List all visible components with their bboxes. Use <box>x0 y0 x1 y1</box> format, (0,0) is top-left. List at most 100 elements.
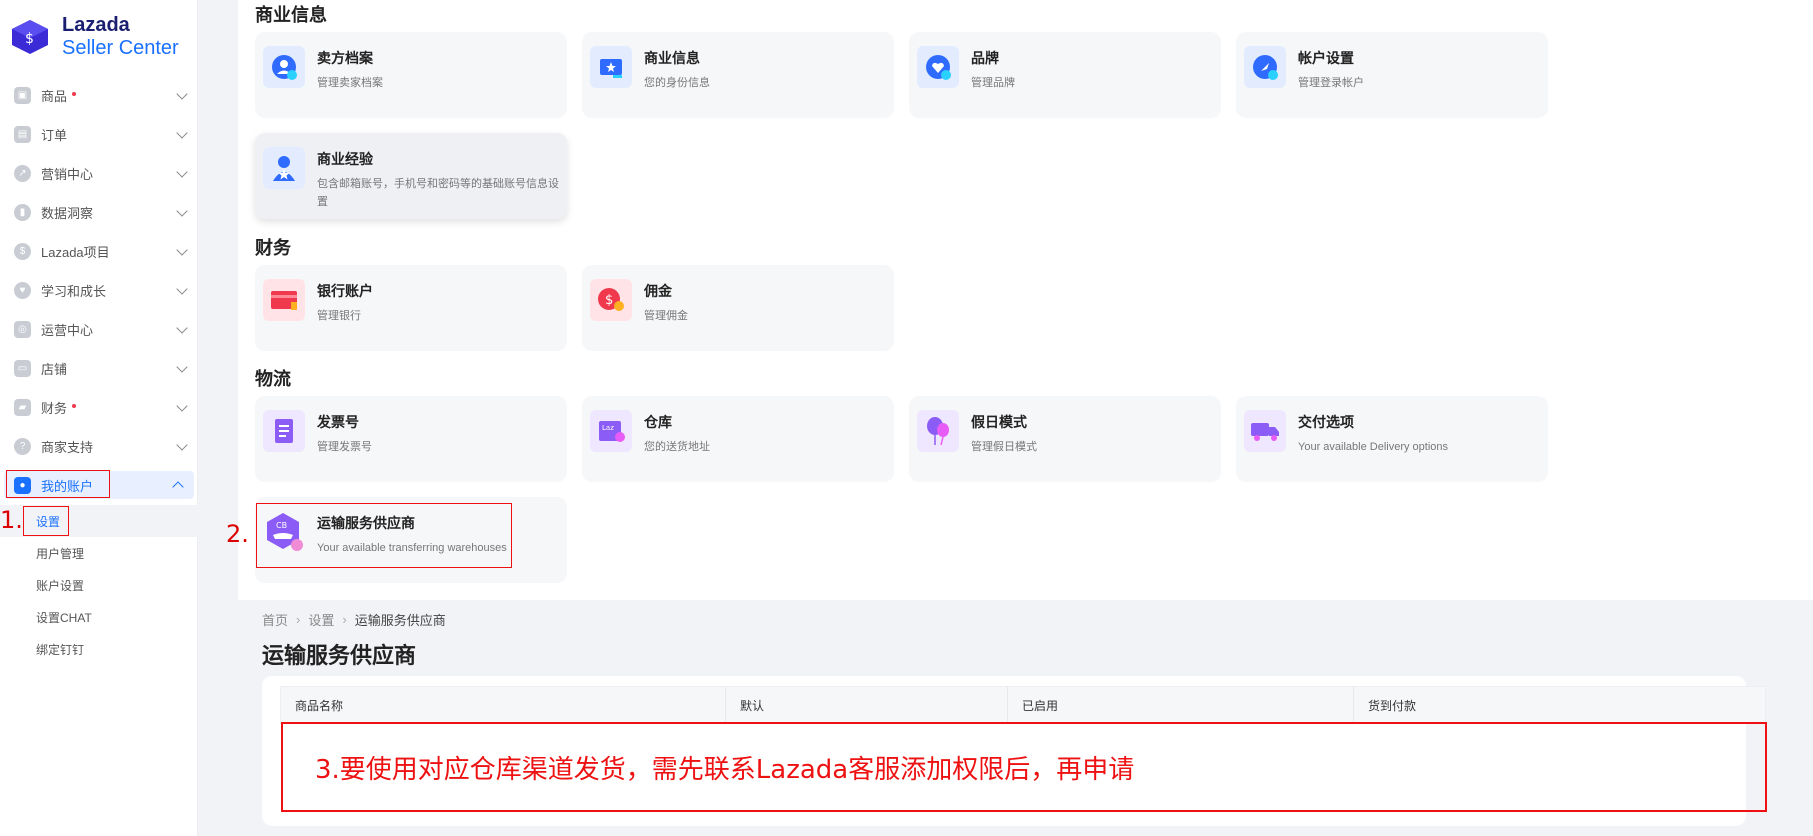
card-title: 卖方档案 <box>317 50 373 66</box>
invoice-icon <box>263 410 305 452</box>
operations-icon: ◎ <box>14 321 31 338</box>
annotation-box-settings <box>23 506 69 536</box>
card-delivery-options[interactable]: 交付选项 Your available Delivery options <box>1236 396 1548 482</box>
business-experience-icon <box>263 147 305 189</box>
notification-dot <box>72 403 77 408</box>
marketing-icon: ↗ <box>14 165 31 182</box>
bank-account-icon <box>263 279 305 321</box>
card-title: 假日模式 <box>971 414 1027 430</box>
brand-name: Lazada <box>62 14 130 36</box>
card-holiday-mode[interactable]: 假日模式 管理假日模式 <box>909 396 1221 482</box>
section-title-finance: 财务 <box>255 238 291 258</box>
sidebar-item-support[interactable]: ? 商家支持 <box>0 427 198 466</box>
chevron-down-icon <box>176 283 188 295</box>
card-seller-profile[interactable]: 卖方档案 管理卖家档案 <box>255 32 567 118</box>
breadcrumb-settings[interactable]: 设置 <box>308 610 334 629</box>
submenu-item-label: 用户管理 <box>36 546 85 561</box>
sidebar-item-label: 商品 <box>41 89 68 104</box>
sidebar-item-marketing[interactable]: ↗ 营销中心 <box>0 154 198 193</box>
sidebar-item-label: 财务 <box>41 401 68 416</box>
chevron-down-icon <box>176 322 188 334</box>
card-brand[interactable]: 品牌 管理品牌 <box>909 32 1221 118</box>
card-subtitle: 管理佣金 <box>644 310 688 322</box>
order-icon: ▤ <box>14 126 31 143</box>
sidebar-item-label: 商家支持 <box>41 440 94 455</box>
card-title: 佣金 <box>644 283 672 299</box>
brand-subtitle: Seller Center <box>62 37 179 59</box>
section-title-logistics: 物流 <box>255 369 291 389</box>
card-subtitle: 管理发票号 <box>317 441 372 453</box>
submenu-item-label: 账户设置 <box>36 578 85 593</box>
sidebar-item-label: 运营中心 <box>41 323 94 338</box>
card-subtitle: 管理品牌 <box>971 77 1015 89</box>
card-bank-account[interactable]: 银行账户 管理银行 <box>255 265 567 351</box>
notification-dot <box>72 91 77 96</box>
sidebar-item-label: 订单 <box>41 128 68 143</box>
section-title-business: 商业信息 <box>255 5 327 25</box>
svg-text:Laz: Laz <box>602 424 614 432</box>
breadcrumb-home[interactable]: 首页 <box>262 610 288 629</box>
breadcrumb: 首页 › 设置 › 运输服务供应商 <box>262 610 446 629</box>
card-warehouse[interactable]: Laz 仓库 您的送货地址 <box>582 396 894 482</box>
sidebar-item-orders[interactable]: ▤ 订单 <box>0 115 198 154</box>
sidebar-item-store[interactable]: ▭ 店铺 <box>0 349 198 388</box>
card-commission[interactable]: $ 佣金 管理佣金 <box>582 265 894 351</box>
annotation-box-my-account <box>6 470 110 498</box>
card-title: 商业信息 <box>644 50 700 66</box>
column-header-cod: 货到付款 <box>1368 698 1417 713</box>
card-title: 商业经验 <box>317 151 373 167</box>
card-invoice-number[interactable]: 发票号 管理发票号 <box>255 396 567 482</box>
warehouse-icon: Laz <box>590 410 632 452</box>
card-title: 品牌 <box>971 50 999 66</box>
submenu-item-user-management[interactable]: 用户管理 <box>0 537 198 569</box>
submenu-item-chat-settings[interactable]: 设置CHAT <box>0 601 198 633</box>
account-settings-icon <box>1244 46 1286 88</box>
chevron-down-icon <box>176 244 188 256</box>
sidebar-item-label: 店铺 <box>41 362 68 377</box>
sidebar-item-lazada-project[interactable]: $ Lazada项目 <box>0 232 198 271</box>
chevron-down-icon <box>176 400 188 412</box>
learning-icon: ♥ <box>14 282 31 299</box>
support-icon: ? <box>14 438 31 455</box>
breadcrumb-separator-icon: › <box>296 612 301 627</box>
card-title: 发票号 <box>317 414 359 430</box>
sidebar-item-label: Lazada项目 <box>41 245 110 260</box>
card-subtitle: 您的身份信息 <box>644 77 710 89</box>
store-icon: ▭ <box>14 360 31 377</box>
chevron-down-icon <box>176 127 188 139</box>
submenu-item-account-settings[interactable]: 账户设置 <box>0 569 198 601</box>
page-title: 运输服务供应商 <box>262 643 417 668</box>
chevron-down-icon <box>176 88 188 100</box>
card-title: 银行账户 <box>317 283 373 299</box>
profile-icon <box>263 46 305 88</box>
card-account-settings[interactable]: 帐户设置 管理登录帐户 <box>1236 32 1548 118</box>
card-subtitle: 管理假日模式 <box>971 441 1037 453</box>
commission-icon: $ <box>590 279 632 321</box>
card-subtitle: 您的送货地址 <box>644 441 710 453</box>
card-title: 仓库 <box>644 414 672 430</box>
sidebar-item-label: 营销中心 <box>41 167 94 182</box>
annotation-step3-notice: 3.要使用对应仓库渠道发货，需先联系Lazada客服添加权限后，再申请 <box>281 722 1767 812</box>
sidebar-item-label: 学习和成长 <box>41 284 107 299</box>
table-header: 商品名称 默认 已启用 货到付款 <box>280 686 1766 724</box>
chevron-down-icon <box>176 205 188 217</box>
annotation-step2-label: 2. <box>226 520 249 548</box>
sidebar-item-finance[interactable]: ▰ 财务 <box>0 388 198 427</box>
column-header-default: 默认 <box>726 687 1008 723</box>
card-business-info[interactable]: 商业信息 您的身份信息 <box>582 32 894 118</box>
sidebar-item-products[interactable]: ▣ 商品 <box>0 76 198 115</box>
annotation-step3-text: 3.要使用对应仓库渠道发货，需先联系Lazada客服添加权限后，再申请 <box>315 754 1135 785</box>
sidebar-item-data-insight[interactable]: ▮ 数据洞察 <box>0 193 198 232</box>
product-icon: ▣ <box>14 87 31 104</box>
card-business-experience[interactable]: 商业经验 包含邮箱账号，手机号和密码等的基础账号信息设置 <box>255 133 567 219</box>
sidebar-item-learning[interactable]: ♥ 学习和成长 <box>0 271 198 310</box>
finance-icon: ▰ <box>14 399 31 416</box>
submenu-item-bind-dingtalk[interactable]: 绑定钉钉 <box>0 633 198 665</box>
lazada-logo[interactable]: $ Lazada Seller Center <box>10 14 179 60</box>
sidebar-item-operations[interactable]: ◎ 运营中心 <box>0 310 198 349</box>
card-title: 帐户设置 <box>1298 50 1354 66</box>
column-header-product-name: 商品名称 <box>281 687 726 723</box>
brand-icon <box>917 46 959 88</box>
breadcrumb-current: 运输服务供应商 <box>354 613 446 628</box>
business-info-icon <box>590 46 632 88</box>
